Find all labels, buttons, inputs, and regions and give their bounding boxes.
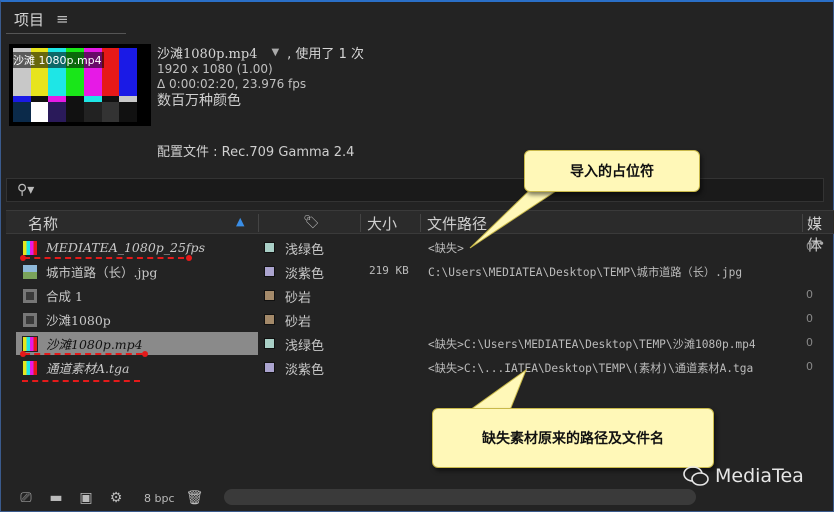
sort-asc-icon[interactable]: ▲ (236, 215, 244, 228)
item-media: 0 (806, 288, 813, 301)
item-media: 0 (806, 336, 813, 349)
column-size[interactable]: 大小 (367, 213, 397, 234)
annotation-underline (24, 257, 184, 259)
callout-missing-path-text: 缺失素材原来的路径及文件名 (482, 431, 664, 447)
name-cell: 沙滩1080p.mp4 (16, 332, 258, 355)
annotation-dot (186, 255, 192, 261)
item-media: 0 (806, 360, 813, 373)
resolution: 1920 x 1080 (1.00) (157, 62, 273, 76)
label-swatch[interactable] (264, 362, 275, 373)
item-name: 通道素材A.tga (46, 361, 130, 376)
column-header: 名称 ▲ 🏷 大小 文件路径 媒体 (6, 210, 834, 254)
new-folder-icon[interactable]: ▬ (46, 490, 66, 506)
item-media: 0 (806, 312, 813, 325)
callout-placeholder: 导入的占位符 (524, 150, 700, 192)
label-swatch[interactable] (264, 290, 275, 301)
composition-icon (22, 287, 38, 304)
duration: Δ 0:00:02:20, 23.976 fps (157, 77, 307, 91)
panel-footer: ⎚ ▬ ▣ ⚙ 8 bpc 🗑 (6, 486, 834, 510)
preview-name: 沙滩1080p.mp4 (157, 46, 258, 62)
table-row[interactable]: 合成 1 砂岩 0 (6, 284, 834, 308)
panel-title[interactable]: 项目 (14, 9, 44, 30)
callout-missing-path: 缺失素材原来的路径及文件名 (432, 408, 714, 468)
search-bar: ⚲▾ (6, 178, 824, 202)
watermark: MediaTea (683, 465, 804, 487)
item-path: <缺失>C:\...IATEA\Desktop\TEMP\(素材)\通道素材A.… (428, 362, 754, 375)
column-divider (802, 214, 803, 232)
color-profile: 配置文件 : Rec.709 Gamma 2.4 (157, 145, 355, 160)
item-name: 城市道路（长）.jpg (46, 265, 158, 280)
name-cell: 通道素材A.tga (16, 356, 258, 379)
item-path: <缺失> (428, 242, 464, 255)
horizontal-scrollbar[interactable] (224, 489, 696, 505)
bit-depth-button[interactable]: 8 bpc (144, 492, 175, 505)
label-name: 淡紫色 (285, 267, 325, 282)
table-row[interactable]: 通道素材A.tga 淡紫色 <缺失>C:\...IATEA\Desktop\TE… (6, 356, 834, 380)
callout-placeholder-text: 导入的占位符 (570, 164, 654, 180)
image-icon (22, 263, 38, 280)
item-path: C:\Users\MEDIATEA\Desktop\TEMP\城市道路（长）.j… (428, 266, 743, 279)
watermark-text: MediaTea (715, 465, 804, 487)
footage-icon (22, 239, 38, 256)
color-bars-low (13, 102, 138, 122)
panel-tab-underline (6, 33, 126, 34)
hamburger-icon[interactable]: ≡ (56, 10, 69, 28)
new-composition-icon[interactable]: ▣ (76, 490, 96, 506)
project-settings-icon[interactable]: ⚙ (106, 490, 126, 506)
footage-icon (22, 359, 38, 376)
annotation-dot (142, 351, 148, 357)
item-path: <缺失>C:\Users\MEDIATEA\Desktop\TEMP\沙滩108… (428, 338, 756, 351)
name-cell: 城市道路（长）.jpg (16, 260, 258, 283)
label-name: 浅绿色 (285, 339, 325, 354)
thumb-label: 沙滩 1080p.mp4 (11, 52, 104, 68)
label-name: 浅绿色 (285, 243, 325, 258)
wechat-icon (683, 466, 709, 486)
item-name: 合成 1 (46, 289, 83, 304)
composition-icon (22, 311, 38, 328)
item-size: 219 KB (369, 264, 409, 277)
column-divider (360, 214, 361, 232)
preview-thumbnail: 沙滩 1080p.mp4 (9, 44, 151, 126)
interpret-footage-icon[interactable]: ⎚ (16, 490, 36, 506)
table-row[interactable]: 城市道路（长）.jpg 淡紫色 219 KB C:\Users\MEDIATEA… (6, 260, 834, 284)
label-swatch[interactable] (264, 242, 275, 253)
label-name: 砂岩 (285, 291, 312, 306)
label-swatch[interactable] (264, 266, 275, 277)
panel-header: 项目 ≡ (6, 6, 69, 32)
annotation-underline (24, 353, 142, 355)
label-swatch[interactable] (264, 314, 275, 325)
table-row[interactable]: 沙滩1080p 砂岩 0 (6, 308, 834, 332)
color-depth: 数百万种颜色 (157, 93, 241, 109)
column-path[interactable]: 文件路径 (427, 213, 487, 234)
usage-count: , 使用了 1 次 (287, 46, 364, 62)
preview-info: 沙滩1080p.mp4 ▼ , 使用了 1 次 1920 x 1080 (1.0… (157, 42, 364, 110)
item-name: 沙滩1080p.mp4 (46, 337, 143, 352)
name-cell: 沙滩1080p (16, 308, 258, 331)
tag-icon[interactable]: 🏷 (303, 215, 320, 230)
name-cell: MEDIATEA_1080p_25fps (16, 236, 258, 259)
name-cell: 合成 1 (16, 284, 258, 307)
chevron-down-icon[interactable]: ▼ (271, 47, 279, 58)
annotation-underline (22, 380, 140, 382)
column-divider (420, 214, 421, 232)
item-name: MEDIATEA_1080p_25fps (46, 240, 205, 255)
column-divider (258, 214, 259, 232)
label-name: 砂岩 (285, 315, 312, 330)
item-name: 沙滩1080p (46, 313, 111, 328)
label-name: 淡紫色 (285, 363, 325, 378)
hierarchy-icon[interactable]: ⊶ (812, 236, 824, 250)
search-input[interactable] (34, 180, 823, 200)
trash-icon[interactable]: 🗑 (185, 490, 205, 506)
footage-icon (22, 335, 38, 352)
search-icon[interactable]: ⚲▾ (17, 182, 34, 198)
column-name[interactable]: 名称 (28, 213, 58, 234)
label-swatch[interactable] (264, 338, 275, 349)
